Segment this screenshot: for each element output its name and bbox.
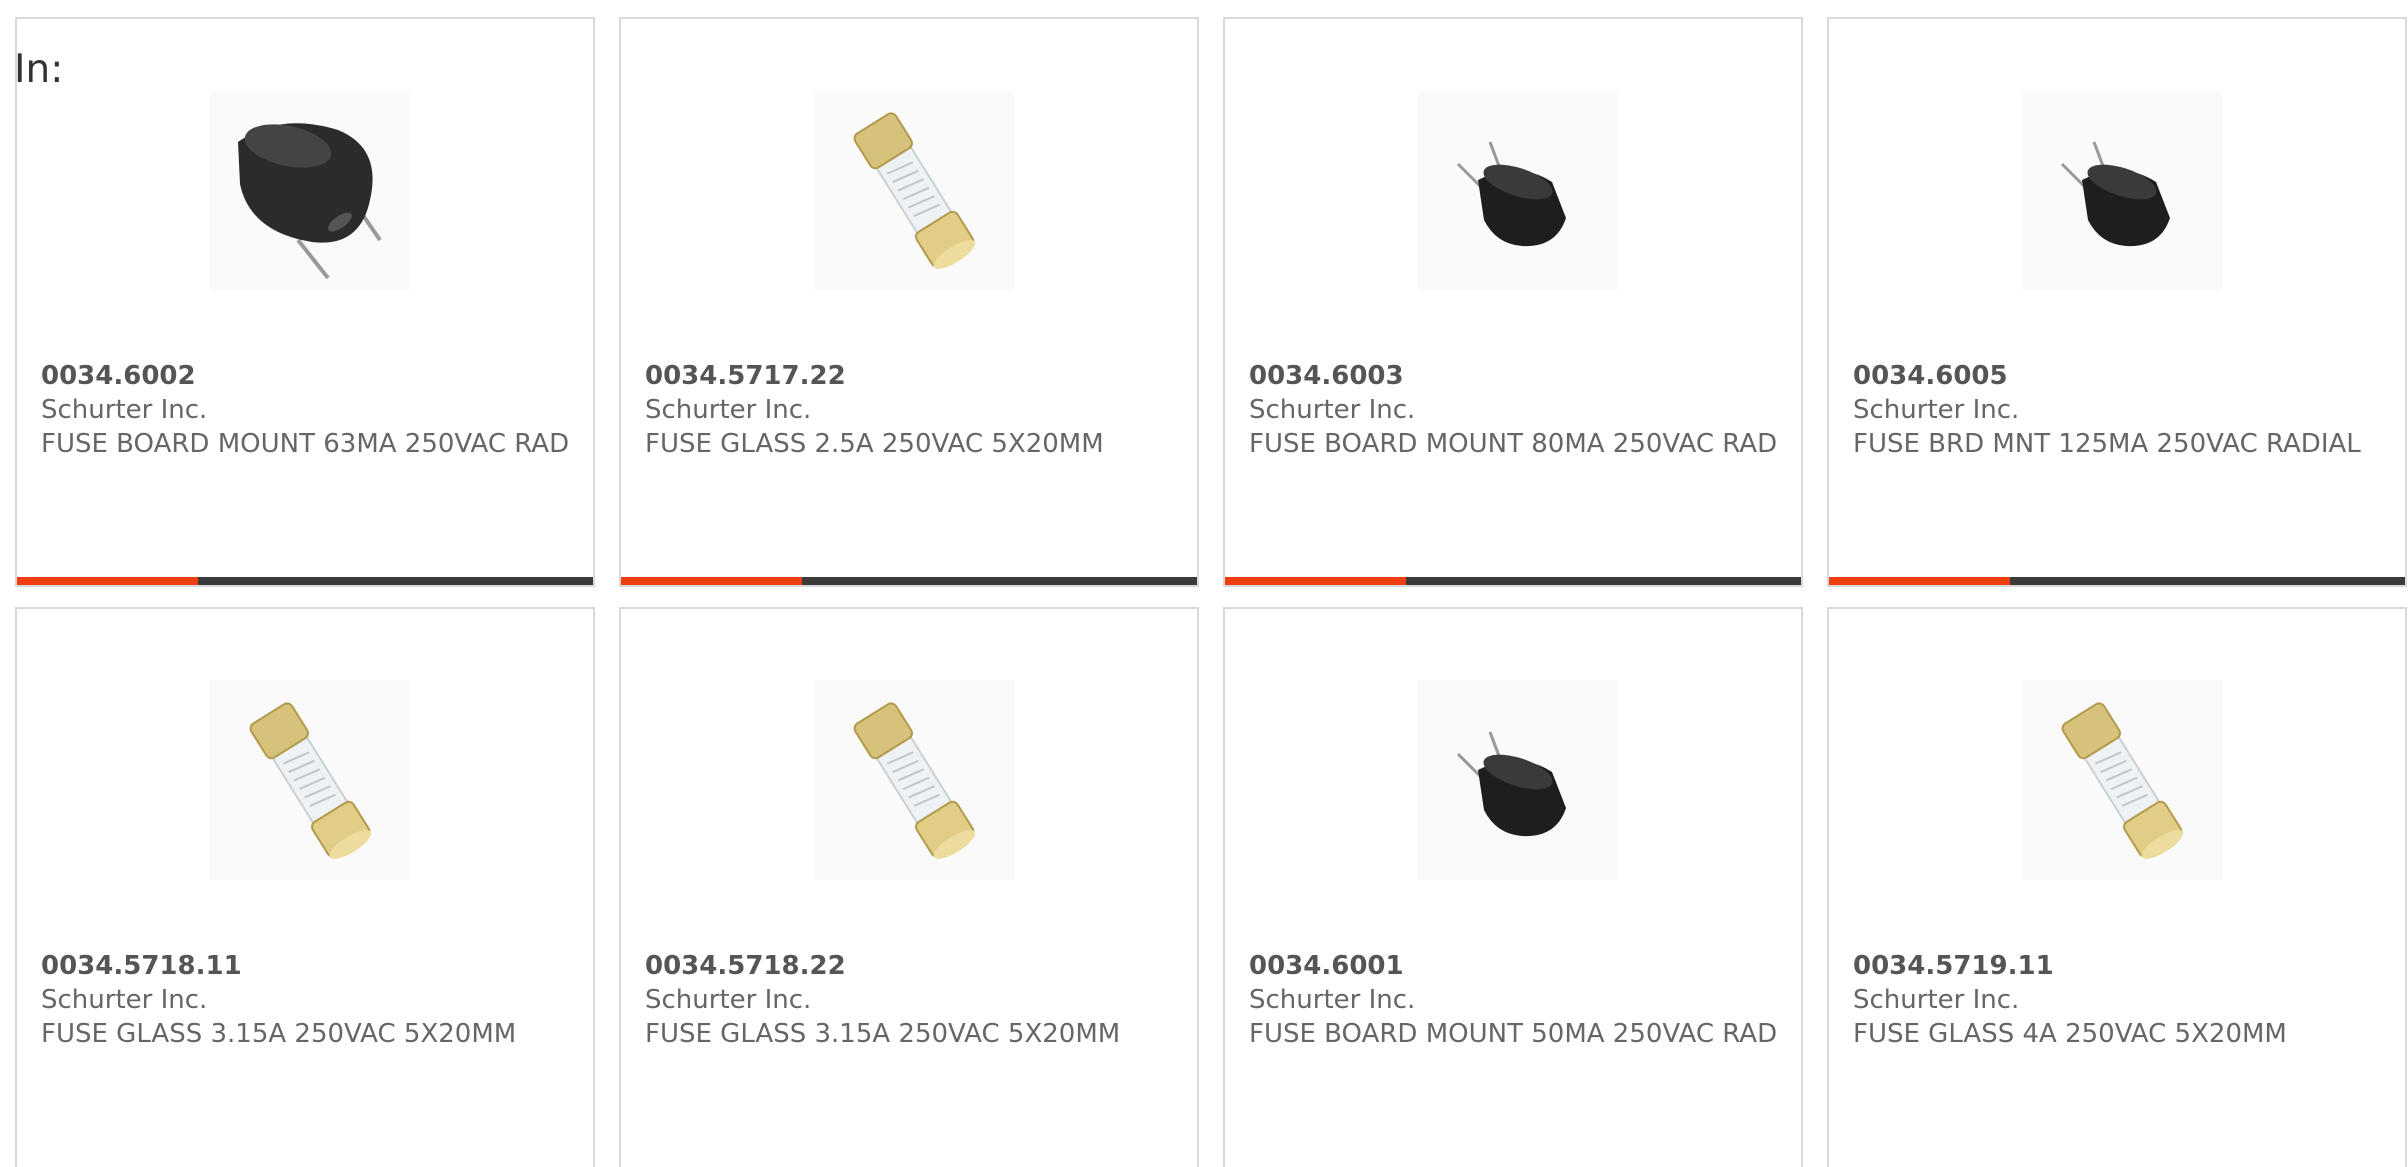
product-description: FUSE GLASS 2.5A 250VAC 5X20MM <box>645 429 1104 459</box>
product-info: 0034.6003 Schurter Inc. FUSE BOARD MOUNT 8… <box>1249 359 1781 461</box>
part-number-link[interactable]: 0034.5719.11 <box>1853 949 2385 983</box>
product-card[interactable]: 0034.6003 Schurter Inc. FUSE BOARD MOUNT 8… <box>1223 17 1803 587</box>
product-description: FUSE BOARD MOUNT 50MA 250VAC RAD <box>1249 1019 1778 1049</box>
glass-fuse-icon[interactable] <box>814 680 1014 880</box>
product-info: 0034.5718.22 Schurter Inc. FUSE GLASS 3.15… <box>645 949 1177 1051</box>
product-card[interactable]: 0034.6002 Schurter Inc. FUSE BOARD MOUNT 6… <box>15 17 595 587</box>
manufacturer-name: Schurter Inc. <box>1249 395 1416 425</box>
product-grid: 0034.6002 Schurter Inc. FUSE BOARD MOUNT 6… <box>15 17 2407 1167</box>
product-info: 0034.6002 Schurter Inc. FUSE BOARD MOUNT 6… <box>41 359 573 461</box>
part-number-link[interactable]: 0034.5717.22 <box>645 359 1177 393</box>
product-description: FUSE BOARD MOUNT 80MA 250VAC RAD <box>1249 429 1778 459</box>
glass-fuse-icon[interactable] <box>210 680 410 880</box>
radial-small-fuse-icon[interactable] <box>2022 90 2222 290</box>
radial-large-fuse-icon[interactable] <box>210 90 410 290</box>
part-number-link[interactable]: 0034.6005 <box>1853 359 2385 393</box>
manufacturer-name: Schurter Inc. <box>1853 395 2020 425</box>
product-description: FUSE GLASS 3.15A 250VAC 5X20MM <box>645 1019 1121 1049</box>
card-accent-stripe <box>1225 577 1406 585</box>
card-accent-stripe <box>1829 577 2010 585</box>
manufacturer-name: Schurter Inc. <box>645 985 812 1015</box>
part-number-link[interactable]: 0034.6001 <box>1249 949 1781 983</box>
manufacturer-name: Schurter Inc. <box>41 395 208 425</box>
product-description: FUSE GLASS 3.15A 250VAC 5X20MM <box>41 1019 517 1049</box>
card-bottom-bar <box>1829 577 2405 585</box>
product-info: 0034.5718.11 Schurter Inc. FUSE GLASS 3.15… <box>41 949 573 1051</box>
glass-fuse-icon[interactable] <box>814 90 1014 290</box>
card-accent-stripe <box>621 577 802 585</box>
part-number-link[interactable]: 0034.5718.22 <box>645 949 1177 983</box>
product-card[interactable]: 0034.6005 Schurter Inc. FUSE BRD MNT 125MA… <box>1827 17 2407 587</box>
card-bottom-bar <box>621 577 1197 585</box>
product-info: 0034.5719.11 Schurter Inc. FUSE GLASS 4A 2… <box>1853 949 2385 1051</box>
filter-label: In: <box>14 47 64 92</box>
product-description: FUSE BRD MNT 125MA 250VAC RADIAL <box>1853 429 2361 459</box>
manufacturer-name: Schurter Inc. <box>41 985 208 1015</box>
product-card[interactable]: 0034.6001 Schurter Inc. FUSE BOARD MOUNT 5… <box>1223 607 1803 1167</box>
part-number-link[interactable]: 0034.6003 <box>1249 359 1781 393</box>
product-info: 0034.6001 Schurter Inc. FUSE BOARD MOUNT 5… <box>1249 949 1781 1051</box>
product-info: 0034.5717.22 Schurter Inc. FUSE GLASS 2.5A… <box>645 359 1177 461</box>
card-bottom-bar <box>17 577 593 585</box>
product-info: 0034.6005 Schurter Inc. FUSE BRD MNT 125MA… <box>1853 359 2385 461</box>
part-number-link[interactable]: 0034.6002 <box>41 359 573 393</box>
product-results-page: In: 0034.6002 Schurter Inc. FUSE BOARD MOU… <box>0 0 2408 1167</box>
glass-fuse-icon[interactable] <box>2022 680 2222 880</box>
product-card[interactable]: 0034.5717.22 Schurter Inc. FUSE GLASS 2.5A… <box>619 17 1199 587</box>
manufacturer-name: Schurter Inc. <box>1249 985 1416 1015</box>
manufacturer-name: Schurter Inc. <box>1853 985 2020 1015</box>
product-description: FUSE GLASS 4A 250VAC 5X20MM <box>1853 1019 2287 1049</box>
product-card[interactable]: 0034.5718.11 Schurter Inc. FUSE GLASS 3.15… <box>15 607 595 1167</box>
radial-small-fuse-icon[interactable] <box>1418 680 1618 880</box>
product-card[interactable]: 0034.5719.11 Schurter Inc. FUSE GLASS 4A 2… <box>1827 607 2407 1167</box>
card-bottom-bar <box>1225 577 1801 585</box>
radial-small-fuse-icon[interactable] <box>1418 90 1618 290</box>
manufacturer-name: Schurter Inc. <box>645 395 812 425</box>
product-card[interactable]: 0034.5718.22 Schurter Inc. FUSE GLASS 3.15… <box>619 607 1199 1167</box>
part-number-link[interactable]: 0034.5718.11 <box>41 949 573 983</box>
card-accent-stripe <box>17 577 198 585</box>
product-description: FUSE BOARD MOUNT 63MA 250VAC RAD <box>41 429 570 459</box>
